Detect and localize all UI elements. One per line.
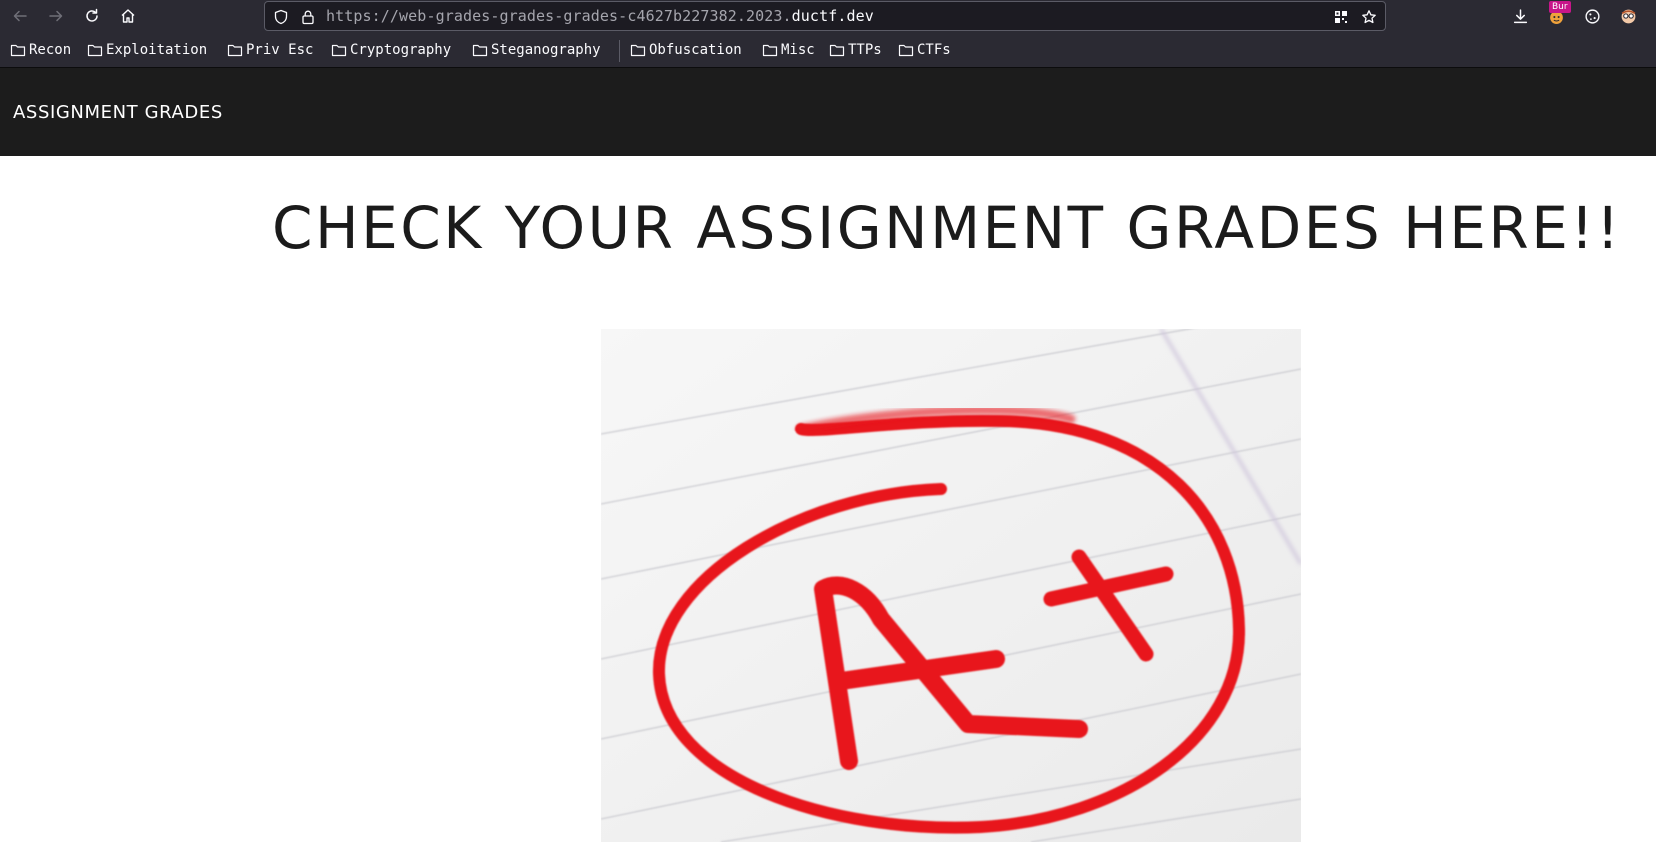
glasses-face-icon <box>1621 9 1635 23</box>
bookmark-label: Cryptography <box>350 42 452 58</box>
bookmark-label: CTFs <box>917 42 951 58</box>
bookmark-folder-priv-esc[interactable]: Priv Esc <box>227 40 313 60</box>
url-text[interactable]: https://web-grades-grades-grades-c4627b2… <box>326 7 874 25</box>
cookie-icon <box>1584 8 1600 24</box>
site-navbar: ASSIGNMENT GRADES <box>0 68 1656 156</box>
shield-icon[interactable] <box>272 8 290 26</box>
hero-image-a-plus-grade <box>601 329 1301 842</box>
home-icon <box>121 9 135 23</box>
bookmark-folder-recon[interactable]: Recon <box>10 40 71 60</box>
folder-icon <box>898 44 914 57</box>
bookmark-label: Steganography <box>491 42 601 58</box>
bookmark-folder-misc[interactable]: Misc <box>762 40 815 60</box>
extension-badge: Bur <box>1549 1 1571 13</box>
profile-extension-button[interactable] <box>1616 4 1640 28</box>
forward-button[interactable] <box>44 4 68 28</box>
browser-toolbar: https://web-grades-grades-grades-c4627b2… <box>0 0 1656 32</box>
folder-icon <box>762 44 778 57</box>
bookmarks-toolbar: Recon Exploitation Priv Esc Cryptography… <box>0 32 1656 68</box>
downloads-button[interactable] <box>1508 4 1532 28</box>
reload-icon <box>86 8 98 22</box>
url-domain: ductf.dev <box>791 7 874 25</box>
home-button[interactable] <box>116 4 140 28</box>
download-icon <box>1513 8 1527 23</box>
folder-icon <box>472 44 488 57</box>
folder-icon <box>630 44 646 57</box>
bookmark-folder-ctfs[interactable]: CTFs <box>898 40 951 60</box>
bookmark-label: Misc <box>781 42 815 58</box>
folder-icon <box>331 44 347 57</box>
folder-icon <box>829 44 845 57</box>
bookmark-folder-steganography[interactable]: Steganography <box>472 40 601 60</box>
bookmark-label: TTPs <box>848 42 882 58</box>
bookmarks-separator <box>619 40 620 62</box>
bookmark-label: Exploitation <box>106 42 208 58</box>
graded-paper-illustration <box>601 329 1301 842</box>
bookmark-label: Recon <box>29 42 72 58</box>
address-bar[interactable]: https://web-grades-grades-grades-c4627b2… <box>264 1 1386 31</box>
qr-code-icon[interactable] <box>1332 8 1350 26</box>
bookmark-folder-obfuscation[interactable]: Obfuscation <box>630 40 742 60</box>
page-headline: CHECK YOUR ASSIGNMENT GRADES HERE!! <box>272 194 1622 262</box>
bookmark-label: Priv Esc <box>246 42 314 58</box>
arrow-right-icon <box>49 10 63 22</box>
site-brand-link[interactable]: ASSIGNMENT GRADES <box>13 102 223 123</box>
bookmark-star-icon[interactable] <box>1360 8 1378 26</box>
bookmark-folder-cryptography[interactable]: Cryptography <box>331 40 451 60</box>
bookmark-folder-ttps[interactable]: TTPs <box>829 40 882 60</box>
bookmark-label: Obfuscation <box>649 42 742 58</box>
folder-icon <box>87 44 103 57</box>
reload-button[interactable] <box>80 4 104 28</box>
bookmark-folder-exploitation[interactable]: Exploitation <box>87 40 207 60</box>
lock-icon[interactable] <box>299 8 317 26</box>
back-button[interactable] <box>8 4 32 28</box>
url-prefix: https://web-grades-grades-grades-c4627b2… <box>326 7 792 25</box>
arrow-left-icon <box>13 10 27 22</box>
folder-icon <box>227 44 243 57</box>
folder-icon <box>10 44 26 57</box>
cookie-extension-button[interactable] <box>1580 4 1604 28</box>
